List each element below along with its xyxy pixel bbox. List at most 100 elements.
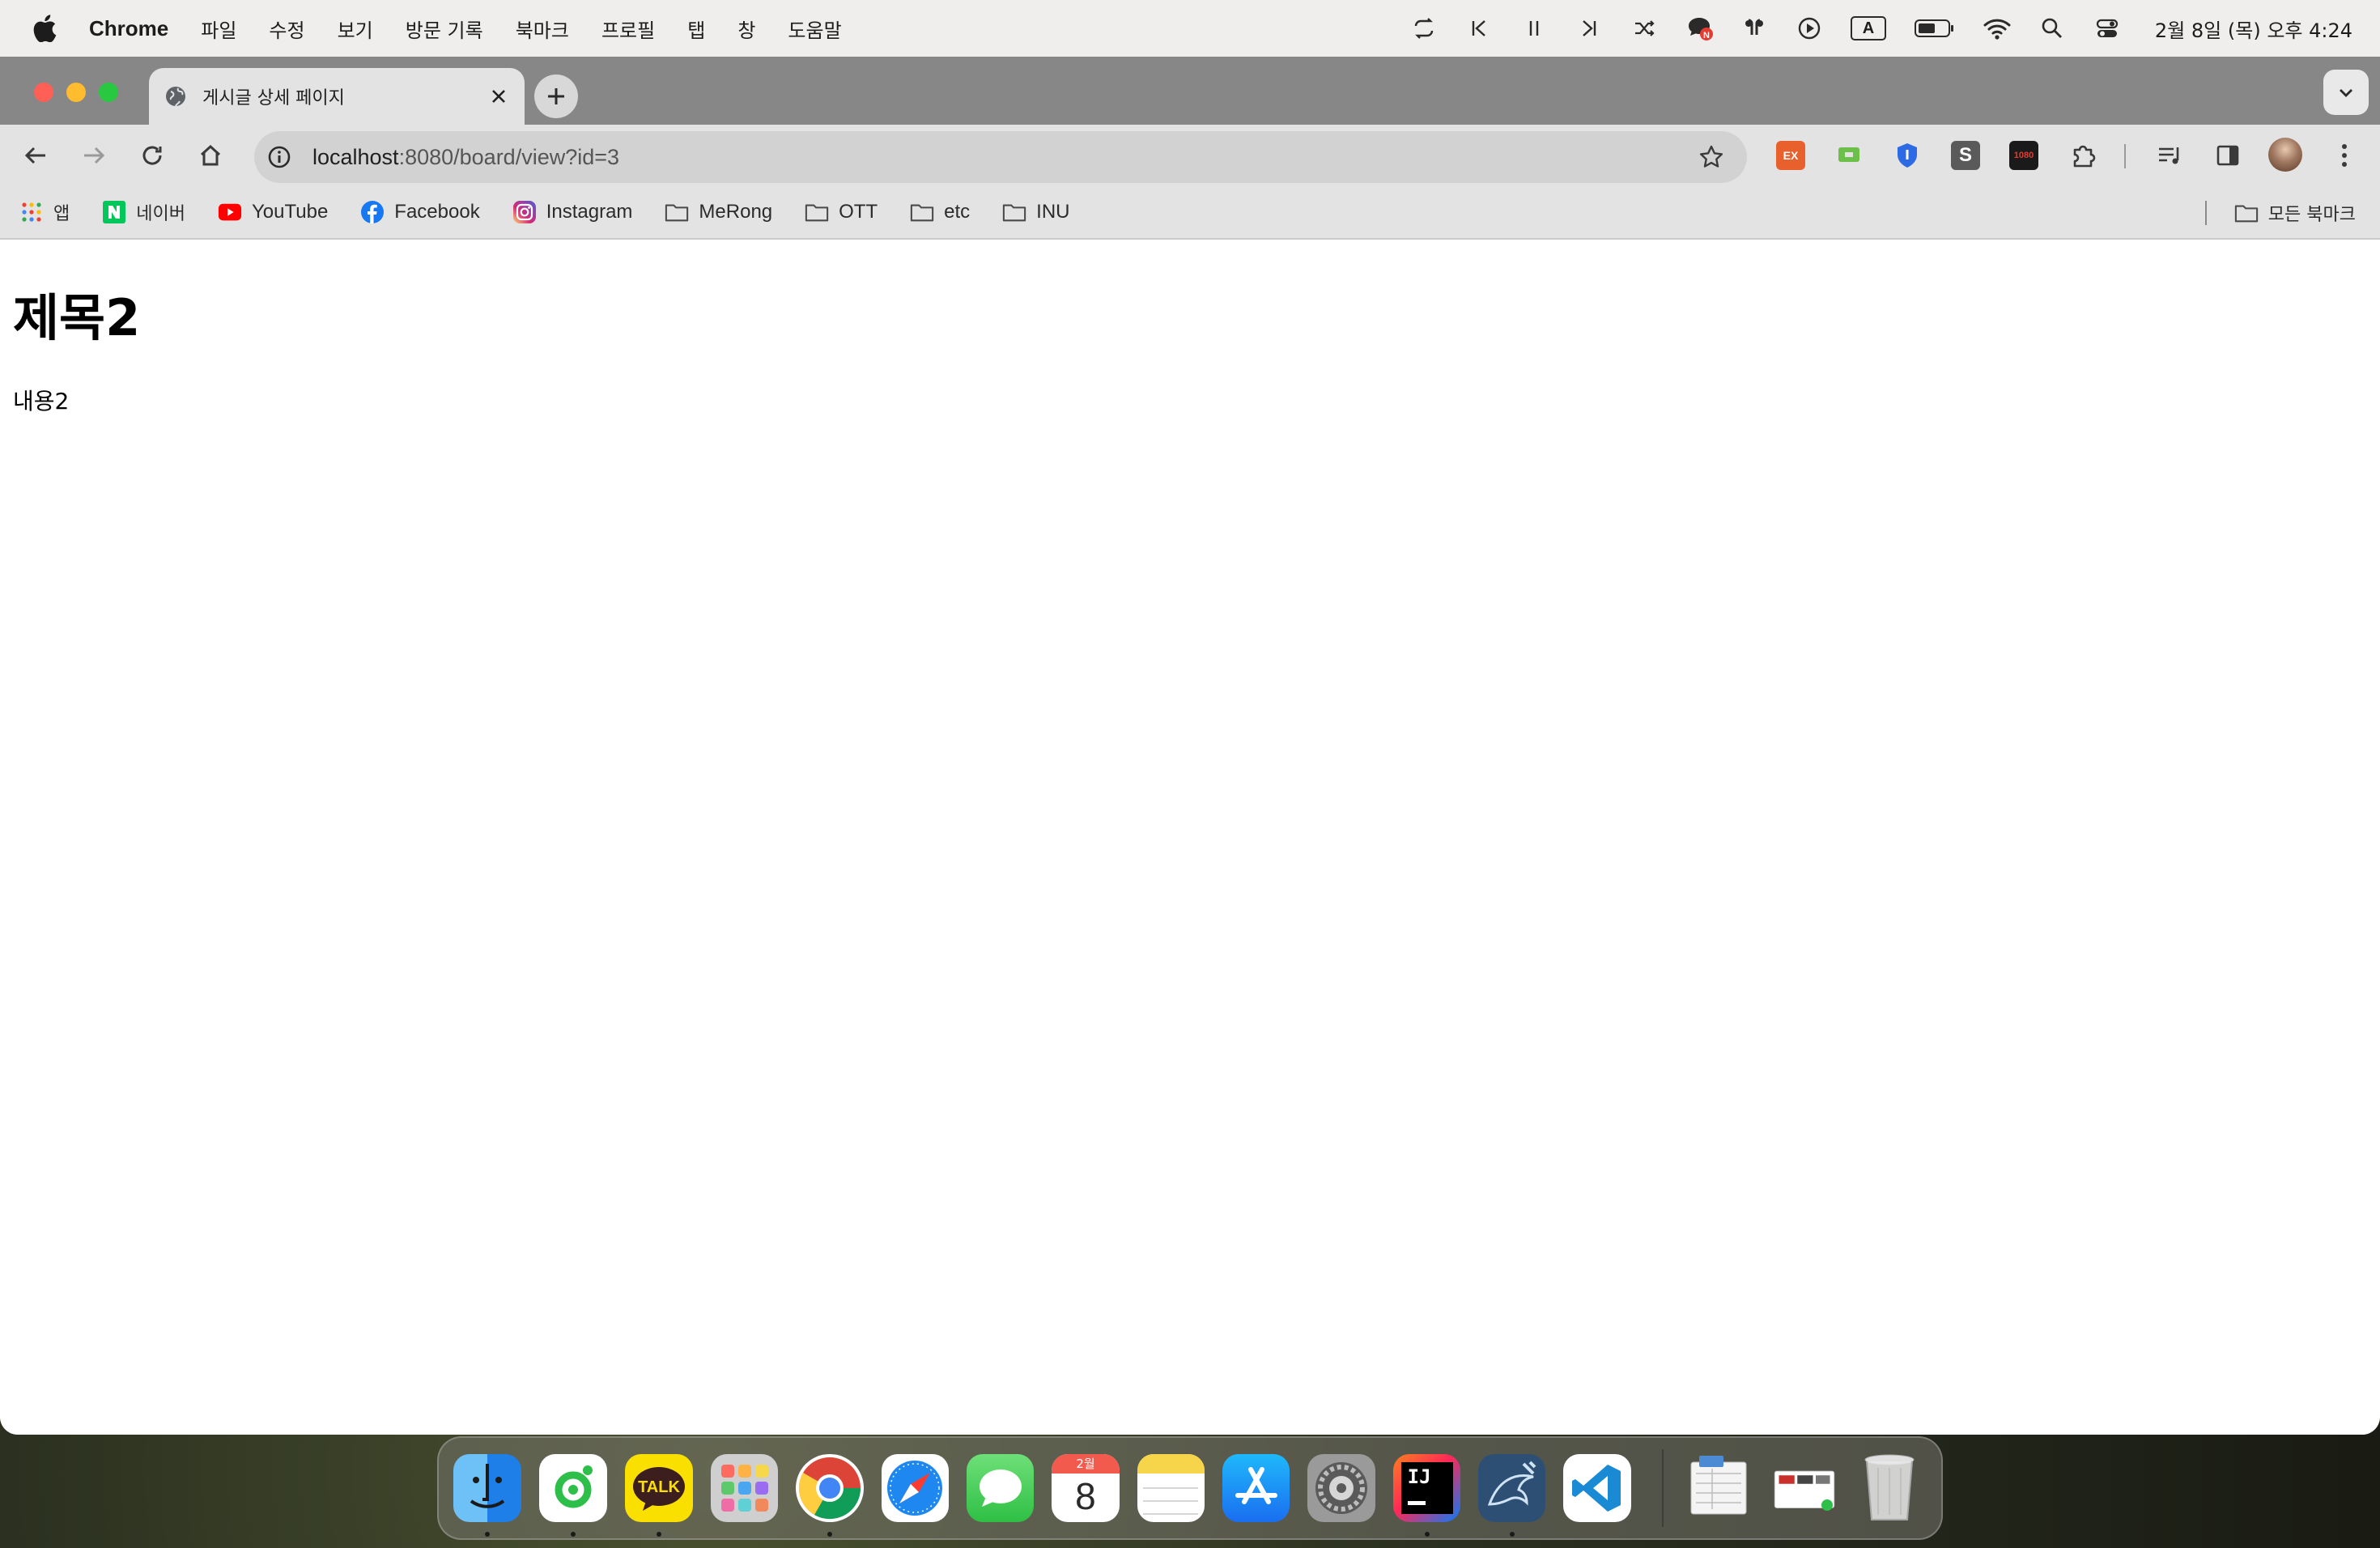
address-bar[interactable]: localhost:8080/board/view?id=3 — [254, 131, 1747, 183]
shield-extension-icon[interactable] — [1893, 141, 1922, 170]
input-source-label: A — [1850, 16, 1886, 40]
menu-edit[interactable]: 수정 — [269, 15, 304, 43]
menu-tab[interactable]: 탭 — [687, 15, 705, 43]
airpods-icon[interactable] — [1740, 15, 1768, 42]
forward-button[interactable] — [78, 139, 110, 172]
vscode-icon — [1571, 1465, 1621, 1512]
previous-track-icon[interactable] — [1465, 15, 1493, 42]
spotlight-search-icon[interactable] — [2038, 15, 2066, 42]
tab-board-view[interactable]: 게시글 상세 페이지 — [149, 68, 525, 125]
dock-messages[interactable] — [966, 1454, 1035, 1522]
back-button[interactable] — [19, 139, 52, 172]
dock-mysql-workbench[interactable] — [1477, 1454, 1546, 1537]
bookmark-instagram[interactable]: Instagram — [512, 200, 633, 224]
shuffle-icon[interactable] — [1630, 15, 1658, 42]
dock-safari[interactable] — [881, 1454, 949, 1522]
menu-bookmarks[interactable]: 북마크 — [516, 15, 569, 43]
finder-icon — [470, 1464, 505, 1508]
dock-intellij-idea[interactable]: IJ — [1392, 1454, 1460, 1537]
app-menu-chrome[interactable]: Chrome — [89, 16, 168, 41]
minimize-window-button[interactable] — [66, 83, 86, 102]
dock-notes[interactable] — [1137, 1454, 1205, 1522]
bookmark-apps[interactable]: 앱 — [19, 199, 70, 225]
web-page-content: 제목2 내용2 — [0, 241, 2380, 1435]
dock-trash[interactable] — [1856, 1454, 1923, 1522]
folder-icon — [2234, 201, 2259, 225]
intellij-underscore — [1407, 1501, 1426, 1505]
running-indicator — [571, 1532, 576, 1537]
profile-avatar[interactable] — [2268, 138, 2302, 172]
dock-launchpad[interactable] — [711, 1454, 779, 1522]
folder-icon — [1002, 200, 1026, 224]
running-indicator — [657, 1532, 661, 1537]
bookmark-label: Instagram — [546, 201, 633, 223]
reload-button[interactable] — [136, 139, 168, 172]
kakaotalk-label: TALK — [638, 1478, 680, 1496]
plus-icon — [548, 88, 564, 104]
menu-view[interactable]: 보기 — [338, 15, 373, 43]
bookmark-folder-ott[interactable]: OTT — [805, 200, 878, 224]
wifi-icon[interactable] — [1983, 15, 2011, 42]
calendar-month: 2월 — [1052, 1454, 1120, 1474]
dock-recent-screenshot-stack[interactable] — [1770, 1454, 1838, 1522]
dock-app-store[interactable] — [1222, 1454, 1290, 1522]
menu-file[interactable]: 파일 — [201, 15, 236, 43]
apple-menu-icon[interactable] — [32, 15, 57, 42]
next-track-icon[interactable] — [1575, 15, 1603, 42]
safari-compass-icon — [887, 1461, 943, 1516]
play-circle-icon[interactable] — [1796, 15, 1823, 42]
pause-icon[interactable] — [1520, 15, 1548, 42]
chrome-menu-icon[interactable] — [2328, 139, 2361, 172]
battery-icon[interactable] — [1914, 15, 1956, 42]
dock-recent-xlsx-document[interactable] — [1685, 1454, 1753, 1522]
s-extension-icon[interactable]: S — [1951, 141, 1980, 170]
menu-window[interactable]: 창 — [737, 15, 755, 43]
repeat-icon[interactable] — [1410, 15, 1438, 42]
dock-vscode[interactable] — [1563, 1454, 1631, 1522]
bookmark-facebook[interactable]: Facebook — [360, 200, 480, 224]
gear-icon — [1315, 1462, 1367, 1514]
chat-badge: N — [1702, 31, 1710, 40]
bookmark-folder-merong[interactable]: MeRong — [665, 200, 772, 224]
dock-calendar[interactable]: 2월 8 — [1052, 1454, 1120, 1522]
bookmark-folder-etc[interactable]: etc — [910, 200, 970, 224]
bookmark-naver[interactable]: 네이버 — [102, 199, 185, 225]
bookmark-label: 네이버 — [136, 204, 185, 224]
tab-close-icon[interactable] — [487, 85, 510, 108]
url-text[interactable]: localhost:8080/board/view?id=3 — [312, 145, 1695, 170]
tab-search-button[interactable] — [2323, 70, 2369, 115]
dock-chrome[interactable] — [796, 1454, 864, 1537]
home-button[interactable] — [194, 139, 227, 172]
side-panel-icon[interactable] — [2212, 139, 2244, 172]
new-tab-button[interactable] — [534, 74, 578, 118]
zoom-window-button[interactable] — [99, 83, 118, 102]
bookmark-youtube[interactable]: YouTube — [218, 200, 328, 224]
toolbar-divider — [2124, 144, 2126, 168]
dock-kakaotalk[interactable]: TALK — [625, 1454, 693, 1537]
bookmark-star-icon[interactable] — [1695, 141, 1728, 173]
dock-finder[interactable] — [453, 1454, 521, 1537]
menu-history[interactable]: 방문 기록 — [406, 15, 483, 43]
dolphin-icon — [1487, 1461, 1536, 1506]
control-center-icon[interactable] — [2093, 15, 2121, 42]
app-store-icon — [1235, 1467, 1277, 1504]
input-source-icon[interactable]: A — [1850, 15, 1886, 42]
menu-profiles[interactable]: 프로필 — [601, 15, 655, 43]
bookmark-folder-inu[interactable]: INU — [1002, 200, 1070, 224]
menu-help[interactable]: 도움말 — [788, 15, 841, 43]
extensions-puzzle-icon[interactable] — [2068, 139, 2100, 172]
media-controls-icon[interactable] — [2153, 139, 2186, 172]
1080-extension-icon[interactable]: 1080 — [2009, 141, 2038, 170]
all-bookmarks-button[interactable]: 모든 북마크 — [2234, 200, 2356, 226]
chat-notification-icon[interactable]: N — [1685, 15, 1713, 42]
facebook-icon — [360, 200, 385, 224]
dock-naver-whale[interactable] — [539, 1454, 607, 1537]
menu-bar-clock[interactable]: 2월 8일 (목) 오후 4:24 — [2155, 15, 2352, 43]
site-info-icon[interactable] — [266, 143, 293, 171]
close-window-button[interactable] — [34, 83, 53, 102]
green-extension-icon[interactable] — [1834, 141, 1864, 170]
bookmark-label: 앱 — [53, 204, 70, 224]
dock-system-settings[interactable] — [1307, 1454, 1375, 1522]
ex-extension-icon[interactable]: EX — [1776, 141, 1805, 170]
back-arrow-icon — [24, 147, 45, 164]
